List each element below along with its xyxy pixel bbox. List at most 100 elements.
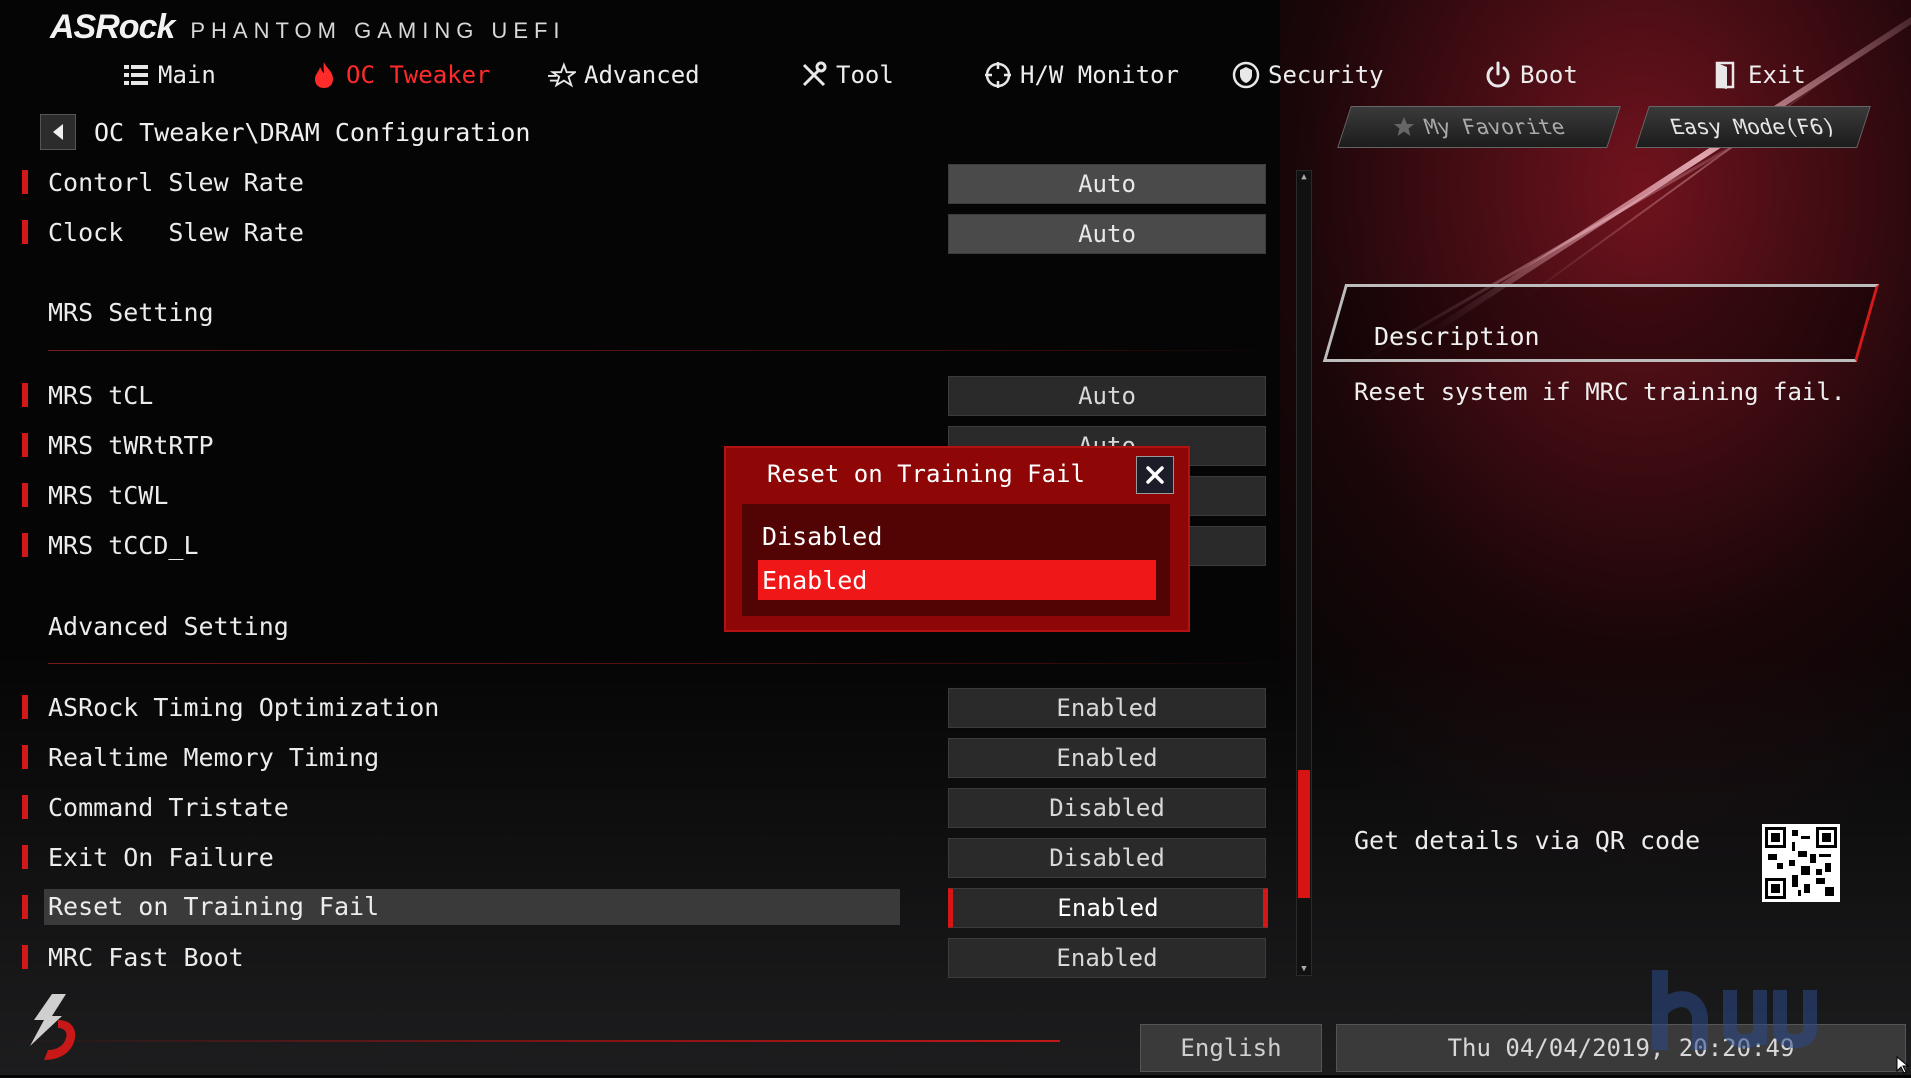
option-enabled[interactable]: Enabled [758, 560, 1156, 600]
power-icon [1484, 61, 1512, 89]
setting-row[interactable]: MRS tCWL [22, 475, 168, 515]
flame-icon [310, 61, 338, 89]
setting-label: MRS tCCD_L [48, 530, 199, 560]
tab-label: Exit [1748, 61, 1806, 89]
favorite-label: My Favorite [1421, 115, 1569, 139]
tab-boot[interactable]: Boot [1484, 52, 1578, 98]
qr-code[interactable] [1762, 824, 1840, 902]
tab-hw-monitor[interactable]: H/W Monitor [984, 52, 1179, 98]
tab-label: Boot [1520, 61, 1578, 89]
footer-accent-line [0, 1040, 1060, 1042]
setting-label: MRC Fast Boot [48, 942, 244, 972]
setting-value[interactable]: Enabled [948, 738, 1266, 778]
main-nav: Main OC Tweaker Advanced Tool H/W Monito… [0, 52, 1911, 98]
description-title: Description [1374, 322, 1540, 351]
tab-tool[interactable]: Tool [800, 52, 894, 98]
row-marker [22, 895, 28, 919]
back-button[interactable] [40, 114, 76, 150]
tab-label: Security [1268, 61, 1384, 89]
breadcrumb-path: OC Tweaker\DRAM Configuration [94, 117, 531, 147]
setting-label: Exit On Failure [48, 842, 274, 872]
row-marker [22, 483, 28, 507]
row-marker [22, 433, 28, 457]
tab-label: Advanced [584, 61, 700, 89]
row-marker [22, 845, 28, 869]
setting-row[interactable]: MRS tCCD_L [22, 525, 199, 565]
section-divider [48, 663, 1288, 664]
tab-label: Main [158, 61, 216, 89]
setting-value[interactable]: Disabled [948, 788, 1266, 828]
setting-label: MRS tCWL [48, 480, 169, 510]
description-text: Reset system if MRC training fail. [1354, 378, 1846, 406]
tab-label: OC Tweaker [346, 61, 491, 89]
setting-value[interactable]: Enabled [948, 938, 1266, 978]
tab-main[interactable]: Main [122, 52, 216, 98]
tab-exit[interactable]: Exit [1712, 52, 1806, 98]
setting-row[interactable]: Exit On Failure [22, 837, 274, 877]
setting-label: Reset on Training Fail [44, 889, 900, 925]
setting-value-selected[interactable]: Enabled [948, 888, 1268, 928]
setting-label: Contorl Slew Rate [48, 167, 304, 197]
row-marker [22, 220, 28, 244]
section-divider [48, 350, 1288, 351]
setting-value[interactable]: Auto [948, 214, 1266, 254]
dialog-options-list: Disabled Enabled [742, 504, 1170, 616]
scroll-down-icon[interactable]: ▼ [1297, 963, 1311, 975]
tab-advanced[interactable]: Advanced [548, 52, 700, 98]
setting-row[interactable]: MRS tWRtRTP [22, 425, 214, 465]
option-disabled[interactable]: Disabled [758, 516, 1156, 556]
scrollbar-thumb[interactable] [1298, 769, 1310, 898]
row-marker [22, 533, 28, 557]
section-header-advanced: Advanced Setting [48, 612, 289, 641]
breadcrumb: OC Tweaker\DRAM Configuration [40, 114, 531, 150]
setting-row[interactable]: Realtime Memory Timing [22, 737, 379, 777]
list-icon [122, 61, 150, 89]
shield-icon [1232, 61, 1260, 89]
tab-label: H/W Monitor [1020, 61, 1179, 89]
tab-oc-tweaker[interactable]: OC Tweaker [310, 52, 491, 98]
my-favorite-button[interactable]: My Favorite [1337, 106, 1621, 148]
row-marker [22, 745, 28, 769]
easy-mode-button[interactable]: Easy Mode(F6) [1635, 106, 1871, 148]
setting-row[interactable]: Command Tristate [22, 787, 289, 827]
back-arrow-icon [53, 124, 63, 140]
setting-value[interactable]: Auto [948, 376, 1266, 416]
row-marker [22, 945, 28, 969]
scroll-up-icon[interactable]: ▲ [1297, 171, 1311, 183]
section-header-mrs: MRS Setting [48, 298, 214, 327]
setting-row[interactable]: MRC Fast Boot [22, 937, 244, 977]
setting-value[interactable]: Auto [948, 164, 1266, 204]
setting-label: MRS tCL [48, 380, 154, 410]
setting-label: Clock Slew Rate [48, 217, 304, 247]
row-marker [22, 170, 28, 194]
row-marker [22, 695, 28, 719]
dialog-title: Reset on Training Fail [767, 460, 1085, 488]
easy-mode-label: Easy Mode(F6) [1666, 115, 1840, 139]
setting-label: ASRock Timing Optimization [48, 692, 440, 722]
setting-row[interactable]: Clock Slew Rate [22, 212, 304, 252]
setting-label: Command Tristate [48, 792, 289, 822]
asrock-logo: ASRock [50, 8, 175, 46]
scrollbar[interactable]: ▲ ▼ [1296, 170, 1312, 976]
reset-on-training-fail-dialog: Reset on Training Fail Disabled Enabled [724, 446, 1190, 632]
setting-row[interactable]: MRS tCL [22, 375, 153, 415]
exit-door-icon [1712, 61, 1740, 89]
watermark-logo-icon [1640, 950, 1900, 1060]
qr-code-icon [1765, 827, 1837, 899]
dialog-close-button[interactable] [1136, 456, 1174, 494]
setting-row[interactable]: Contorl Slew Rate [22, 162, 304, 202]
tab-security[interactable]: Security [1232, 52, 1384, 98]
setting-value[interactable]: Disabled [948, 838, 1266, 878]
setting-label: Realtime Memory Timing [48, 742, 380, 772]
setting-value[interactable]: Enabled [948, 688, 1266, 728]
setting-row-selected[interactable]: Reset on Training Fail [22, 887, 900, 927]
language-selector[interactable]: English [1140, 1024, 1322, 1072]
brand-subtitle: PHANTOM GAMING UEFI [190, 18, 566, 43]
row-marker [22, 383, 28, 407]
tab-label: Tool [836, 61, 894, 89]
phantom-gaming-logo-icon [22, 990, 84, 1066]
crosshair-icon [984, 61, 1012, 89]
close-icon [1146, 466, 1164, 484]
setting-row[interactable]: ASRock Timing Optimization [22, 687, 439, 727]
tools-icon [800, 61, 828, 89]
